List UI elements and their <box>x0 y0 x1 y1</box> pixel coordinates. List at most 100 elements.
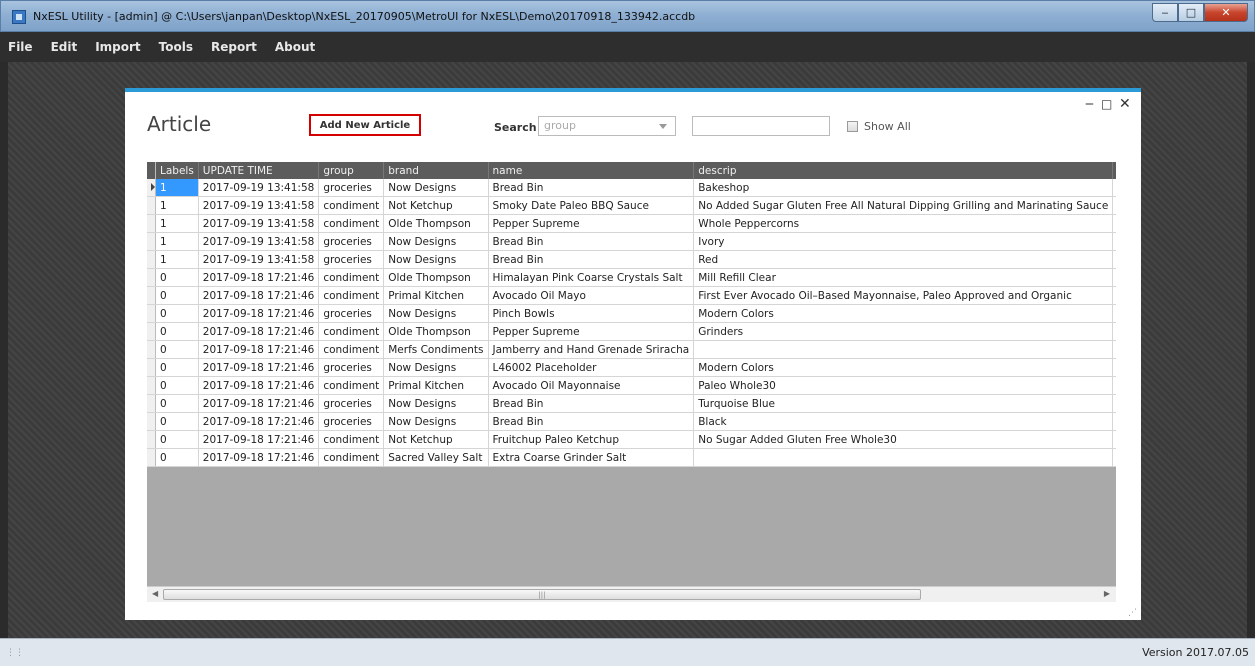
panel-maximize-button[interactable]: □ <box>1101 97 1112 111</box>
table-cell[interactable]: groceries <box>318 412 385 431</box>
table-cell[interactable]: 15.1 oz <box>1112 268 1116 287</box>
table-row[interactable]: 0 2017-09-18 17:21:46 condiment Sacred Vall… <box>147 448 1116 467</box>
table-cell[interactable]: 1 <box>1112 179 1116 197</box>
table-cell[interactable]: 2017-09-18 17:21:46 <box>198 340 320 359</box>
table-cell[interactable]: Not Ketchup <box>383 196 489 215</box>
table-cell[interactable]: 1 <box>155 214 199 233</box>
table-cell[interactable]: 0 <box>155 286 199 305</box>
table-cell[interactable]: Combo Pack <box>1112 340 1116 359</box>
table-cell[interactable]: Ivory <box>693 232 1114 251</box>
table-cell[interactable]: 1 <box>155 232 199 251</box>
table-cell[interactable]: Primal Kitchen <box>383 376 489 395</box>
table-cell[interactable]: Pepper Supreme <box>488 214 695 233</box>
table-cell[interactable]: Extra Coarse Grinder Salt <box>488 448 695 467</box>
table-cell[interactable]: Olde Thompson <box>383 268 489 287</box>
row-header[interactable] <box>147 179 156 197</box>
show-all-toggle[interactable]: Show All <box>847 120 911 133</box>
table-cell[interactable]: 2017-09-18 17:21:46 <box>198 394 320 413</box>
table-cell[interactable]: groceries <box>318 232 385 251</box>
row-header[interactable] <box>147 214 156 233</box>
article-grid[interactable]: Labels UPDATE TIME group brand name desc… <box>147 162 1116 602</box>
menu-tools[interactable]: Tools <box>159 40 193 54</box>
add-new-article-button[interactable]: Add New Article <box>309 114 421 136</box>
table-cell[interactable]: 2017-09-18 17:21:46 <box>198 430 320 449</box>
table-row[interactable]: 0 2017-09-18 17:21:46 condiment Merfs Condi… <box>147 340 1116 359</box>
table-cell[interactable]: Sacred Valley Salt <box>383 448 489 467</box>
table-cell[interactable]: 12 Ounce <box>1112 376 1116 395</box>
table-row[interactable]: 0 2017-09-18 17:21:46 groceries Now Designs… <box>147 412 1116 431</box>
panel-close-button[interactable]: ✕ <box>1119 96 1131 112</box>
table-cell[interactable]: 8oz pouch <box>1112 448 1116 467</box>
table-cell[interactable]: 2017-09-18 17:21:46 <box>198 286 320 305</box>
table-row[interactable]: 0 2017-09-18 17:21:46 condiment Primal Kitc… <box>147 376 1116 395</box>
column-header-labels[interactable]: Labels <box>155 162 199 179</box>
table-cell[interactable]: Modern Colors <box>693 304 1114 323</box>
table-row[interactable]: 0 2017-09-18 17:21:46 condiment Olde Thomps… <box>147 268 1116 287</box>
table-row[interactable]: 1 2017-09-19 13:41:58 condiment Olde Thomps… <box>147 214 1116 233</box>
scroll-left-icon[interactable]: ◀ <box>152 589 158 598</box>
table-cell[interactable]: Bread Bin <box>488 412 695 431</box>
table-cell[interactable]: 2017-09-18 17:21:46 <box>198 448 320 467</box>
table-cell[interactable]: 0 <box>155 358 199 377</box>
menu-about[interactable]: About <box>275 40 315 54</box>
table-cell[interactable]: Mill Refill Clear <box>693 268 1114 287</box>
table-row[interactable]: 1 2017-09-19 13:41:58 condiment Not Ketchup… <box>147 196 1116 215</box>
table-cell[interactable]: 2017-09-18 17:21:46 <box>198 412 320 431</box>
column-header-group[interactable]: group <box>318 162 385 179</box>
table-row[interactable]: 0 2017-09-18 17:21:46 condiment Primal Kitc… <box>147 286 1116 305</box>
row-header[interactable] <box>147 394 156 413</box>
table-cell[interactable]: Now Designs <box>383 179 489 197</box>
row-header[interactable] <box>147 358 156 377</box>
table-cell[interactable]: Now Designs <box>383 412 489 431</box>
table-cell[interactable]: Now Designs <box>383 304 489 323</box>
table-cell[interactable]: Pack of 6 <box>1112 358 1116 377</box>
table-cell[interactable]: Avocado Oil Mayo <box>488 286 695 305</box>
row-header[interactable] <box>147 376 156 395</box>
row-header[interactable] <box>147 268 156 287</box>
table-cell[interactable]: 2017-09-18 17:21:46 <box>198 358 320 377</box>
table-cell[interactable]: condiment <box>318 214 385 233</box>
table-cell[interactable]: Bread Bin <box>488 250 695 269</box>
search-input[interactable] <box>692 116 830 136</box>
table-cell[interactable]: condiment <box>318 376 385 395</box>
scrollbar-thumb[interactable]: ||| <box>163 589 921 600</box>
table-cell[interactable] <box>693 448 1114 467</box>
horizontal-scrollbar[interactable]: ◀ ||| ▶ <box>147 586 1116 602</box>
menu-import[interactable]: Import <box>95 40 140 54</box>
search-field-select[interactable]: group <box>538 116 676 136</box>
show-all-checkbox[interactable] <box>847 121 858 132</box>
table-cell[interactable]: 1 <box>155 196 199 215</box>
table-cell[interactable]: groceries <box>318 394 385 413</box>
table-row[interactable]: 1 2017-09-19 13:41:58 groceries Now Designs… <box>147 232 1116 251</box>
window-maximize-button[interactable]: □ <box>1178 3 1204 22</box>
table-cell[interactable]: 0 <box>155 412 199 431</box>
table-cell[interactable]: No Added Sugar Gluten Free All Natural D… <box>693 196 1114 215</box>
table-cell[interactable]: Bakeshop <box>693 179 1114 197</box>
table-cell[interactable]: Bread Bin <box>488 179 695 197</box>
column-header-unit[interactable]: unit <box>1112 162 1116 179</box>
table-row[interactable]: 0 2017-09-18 17:21:46 condiment Olde Thomps… <box>147 322 1116 341</box>
table-cell[interactable]: 2017-09-19 13:41:58 <box>198 250 320 269</box>
column-header-brand[interactable]: brand <box>383 162 489 179</box>
table-cell[interactable]: Bread Bin <box>488 394 695 413</box>
table-cell[interactable]: 2017-09-18 17:21:46 <box>198 376 320 395</box>
table-cell[interactable]: 0 <box>155 448 199 467</box>
table-cell[interactable]: Now Designs <box>383 232 489 251</box>
row-header[interactable] <box>147 250 156 269</box>
row-header[interactable] <box>147 304 156 323</box>
row-header[interactable] <box>147 322 156 341</box>
table-cell[interactable] <box>1112 286 1116 305</box>
table-cell[interactable]: Pinch Bowls <box>488 304 695 323</box>
table-cell[interactable]: Smoky Date Paleo BBQ Sauce <box>488 196 695 215</box>
table-row[interactable]: 1 2017-09-19 13:41:58 groceries Now Designs… <box>147 179 1116 197</box>
row-header[interactable] <box>147 412 156 431</box>
table-cell[interactable]: Bread Bin <box>488 232 695 251</box>
table-cell[interactable]: Primal Kitchen <box>383 286 489 305</box>
table-cell[interactable]: 2017-09-19 13:41:58 <box>198 214 320 233</box>
row-header[interactable] <box>147 286 156 305</box>
table-cell[interactable]: groceries <box>318 304 385 323</box>
table-cell[interactable]: 0 <box>155 376 199 395</box>
table-cell[interactable]: L46002 Placeholder <box>488 358 695 377</box>
table-cell[interactable]: groceries <box>318 179 385 197</box>
table-cell[interactable]: 1 <box>1112 250 1116 269</box>
